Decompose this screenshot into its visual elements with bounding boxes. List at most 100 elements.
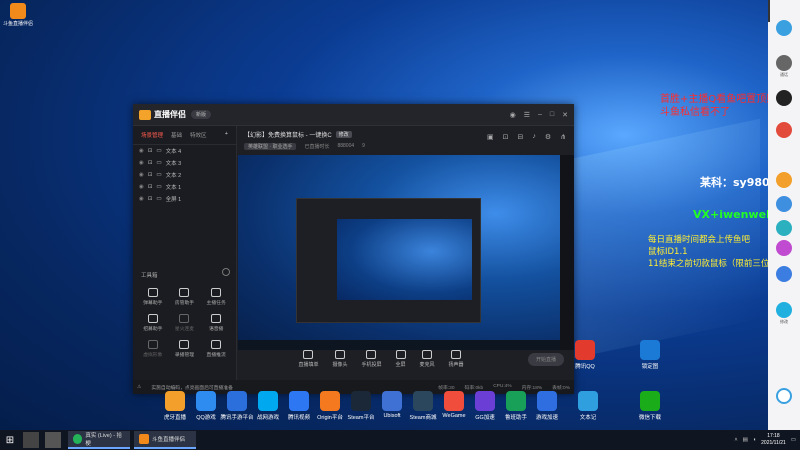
sidebar-item[interactable] bbox=[768, 20, 800, 37]
desktop-icon-label: GG加速 bbox=[475, 415, 495, 421]
eye-icon[interactable]: ◉ bbox=[139, 160, 144, 166]
screenshot-icon[interactable]: ⊟ bbox=[517, 133, 523, 141]
desktop-icon-label: Steam商城 bbox=[409, 415, 437, 421]
sidebar-item[interactable] bbox=[768, 196, 800, 213]
taskbar-app-douyu[interactable]: 斗鱼直播伴侣 bbox=[134, 431, 196, 449]
tool-item[interactable]: 招募助手 bbox=[137, 314, 169, 332]
record-icon bbox=[179, 340, 190, 349]
eye-icon[interactable]: ◉ bbox=[139, 184, 144, 190]
text-source-icon: ▭ bbox=[156, 172, 162, 178]
menu-icon[interactable]: ☰ bbox=[524, 111, 530, 119]
tool-label: 直播推流 bbox=[206, 353, 226, 358]
task-view-icon[interactable] bbox=[45, 432, 61, 448]
lock-icon[interactable]: ⊡ bbox=[148, 148, 153, 154]
tool-item[interactable]: 语音播 bbox=[200, 314, 232, 332]
desktop-icon[interactable]: 游戏加速 bbox=[527, 391, 567, 421]
toolbox-grid: 弹幕助手 房管助手 主播任务 招募助手 星火连麦 语音播 虚拟形象 录播管理 直… bbox=[137, 288, 232, 358]
source-item[interactable]: ◉ ⊡ ▭ 文本 4 bbox=[133, 145, 236, 157]
lock-icon[interactable]: ⊡ bbox=[148, 172, 153, 178]
sidebar-item[interactable] bbox=[768, 266, 800, 283]
tool-item[interactable]: 弹幕助手 bbox=[137, 288, 169, 306]
sidebar-item[interactable] bbox=[768, 90, 800, 107]
control-item[interactable]: 摄像头 bbox=[332, 350, 347, 368]
sidebar-item-edit[interactable]: 修改 bbox=[768, 302, 800, 325]
tool-item[interactable]: 虚拟形象 bbox=[137, 340, 169, 358]
phone-cast-icon bbox=[366, 350, 377, 359]
desktop-icon-lock[interactable]: 锁定图 bbox=[630, 340, 670, 370]
sidebar-item[interactable] bbox=[768, 388, 800, 405]
room-likes: 9 bbox=[362, 143, 365, 149]
sidebar-item[interactable] bbox=[768, 220, 800, 237]
control-item[interactable]: 手机投屏 bbox=[361, 350, 382, 368]
toolbox-settings-icon[interactable] bbox=[222, 268, 230, 276]
pip-icon[interactable]: ▣ bbox=[487, 133, 494, 141]
tool-item[interactable]: 主播任务 bbox=[200, 288, 232, 306]
start-button[interactable]: ⊞ bbox=[0, 430, 20, 450]
notification-icon[interactable]: ▭ bbox=[791, 437, 796, 443]
overlay-red-text: 首胜+主播Q看鱼吧置顶贴 斗鱼私信看不了 bbox=[660, 93, 776, 119]
desktop-icon-label: 锁定图 bbox=[641, 364, 659, 370]
tab-scenes[interactable]: 场景管理 bbox=[141, 131, 163, 139]
clock[interactable]: 17:18 2021/11/21 bbox=[761, 433, 786, 447]
close-icon[interactable]: ✕ bbox=[562, 111, 568, 119]
control-bar: 直播填单 摄像头 手机投屏 全屏 麦克风 扬声器 bbox=[238, 338, 574, 380]
eye-icon[interactable]: ◉ bbox=[139, 172, 144, 178]
add-scene-button[interactable]: + bbox=[225, 131, 228, 139]
tab-basic[interactable]: 基础 bbox=[171, 131, 182, 139]
edit-title-button[interactable]: 修改 bbox=[335, 131, 352, 138]
tool-item[interactable]: 房管助手 bbox=[169, 288, 201, 306]
source-item[interactable]: ◉ ⊡ ▭ 文本 1 bbox=[133, 181, 236, 193]
maximize-icon[interactable]: □ bbox=[550, 111, 554, 119]
sidebar-item[interactable] bbox=[768, 122, 800, 139]
sidebar-item-call[interactable]: 通话 bbox=[768, 55, 800, 78]
category-tag[interactable]: 英雄联盟 · 职业选手 bbox=[244, 143, 297, 150]
toolbox-title: 工具箱 bbox=[141, 273, 158, 279]
preview-sidebar bbox=[560, 155, 574, 350]
start-stream-button[interactable]: 开始直播 bbox=[527, 353, 564, 366]
tool-item[interactable]: 星火连麦 bbox=[169, 314, 201, 332]
corner-app-icon[interactable]: 斗鱼直播伴侣 bbox=[3, 3, 33, 27]
source-item[interactable]: ◉ ⊡ ▭ 文本 2 bbox=[133, 169, 236, 181]
sidebar-item[interactable] bbox=[768, 172, 800, 189]
tool-item[interactable]: 录播管理 bbox=[169, 340, 201, 358]
douyu-app-icon bbox=[10, 3, 26, 19]
taskbar-app-live[interactable]: 真实 (Live) - 拾梗 bbox=[68, 431, 130, 449]
tray-chevron-icon[interactable]: ˄ bbox=[734, 437, 737, 443]
stream-stats: 帧率:30 码率:0kb CPU:4% 内存:18% 丢帧:0% bbox=[438, 384, 570, 391]
source-item[interactable]: ◉ ⊡ ▭ 文本 3 bbox=[133, 157, 236, 169]
source-item[interactable]: ◉ ⊡ ▭ 全屏 1 bbox=[133, 193, 236, 205]
share-icon[interactable]: ⋔ bbox=[560, 133, 566, 141]
eye-icon[interactable]: ◉ bbox=[139, 148, 144, 154]
network-icon[interactable]: ▤ bbox=[743, 437, 748, 443]
stream-preview[interactable] bbox=[238, 155, 560, 350]
desktop-icon[interactable]: 文本记 bbox=[568, 391, 608, 421]
system-tray: ˄ ▤ ◖ 17:18 2021/11/21 ▭ bbox=[734, 433, 800, 447]
tab-effects[interactable]: 特效区 bbox=[190, 131, 207, 139]
control-item[interactable]: 扬声器 bbox=[449, 350, 464, 368]
lock-room-icon[interactable]: ⊡ bbox=[503, 133, 509, 141]
clock-time: 17:18 bbox=[767, 433, 780, 439]
sidebar-item[interactable] bbox=[768, 240, 800, 257]
eye-icon[interactable]: ◉ bbox=[139, 196, 144, 202]
phone-icon bbox=[776, 55, 792, 71]
search-icon[interactable] bbox=[23, 432, 39, 448]
lock-icon[interactable]: ⊡ bbox=[148, 160, 153, 166]
tool-item[interactable]: 直播推流 bbox=[200, 340, 232, 358]
nested-preview-window bbox=[296, 198, 481, 323]
avatar-icon[interactable]: ◉ bbox=[510, 111, 516, 119]
version-badge[interactable]: 新版 bbox=[191, 110, 212, 119]
lock-icon[interactable]: ⊡ bbox=[148, 184, 153, 190]
bell-icon[interactable]: ♪ bbox=[532, 133, 536, 141]
desktop-icon[interactable]: 微信下载 bbox=[630, 391, 670, 421]
right-sidebar: 通话 修改 bbox=[768, 0, 800, 430]
control-item[interactable]: 全屏 bbox=[395, 350, 406, 368]
control-item[interactable]: 直播填单 bbox=[298, 350, 318, 368]
overlay-red-line: 首胜+主播Q看鱼吧置顶贴 bbox=[660, 94, 777, 105]
volume-icon[interactable]: ◖ bbox=[753, 437, 756, 443]
desktop-icon-qq[interactable]: 腾讯QQ bbox=[565, 340, 605, 370]
lock-icon[interactable]: ⊡ bbox=[148, 196, 153, 202]
control-item[interactable]: 麦克风 bbox=[420, 350, 435, 368]
desktop-icon-label: 微信下载 bbox=[638, 415, 661, 421]
minimize-icon[interactable]: – bbox=[538, 111, 542, 119]
settings-icon[interactable]: ⚙ bbox=[545, 133, 551, 141]
